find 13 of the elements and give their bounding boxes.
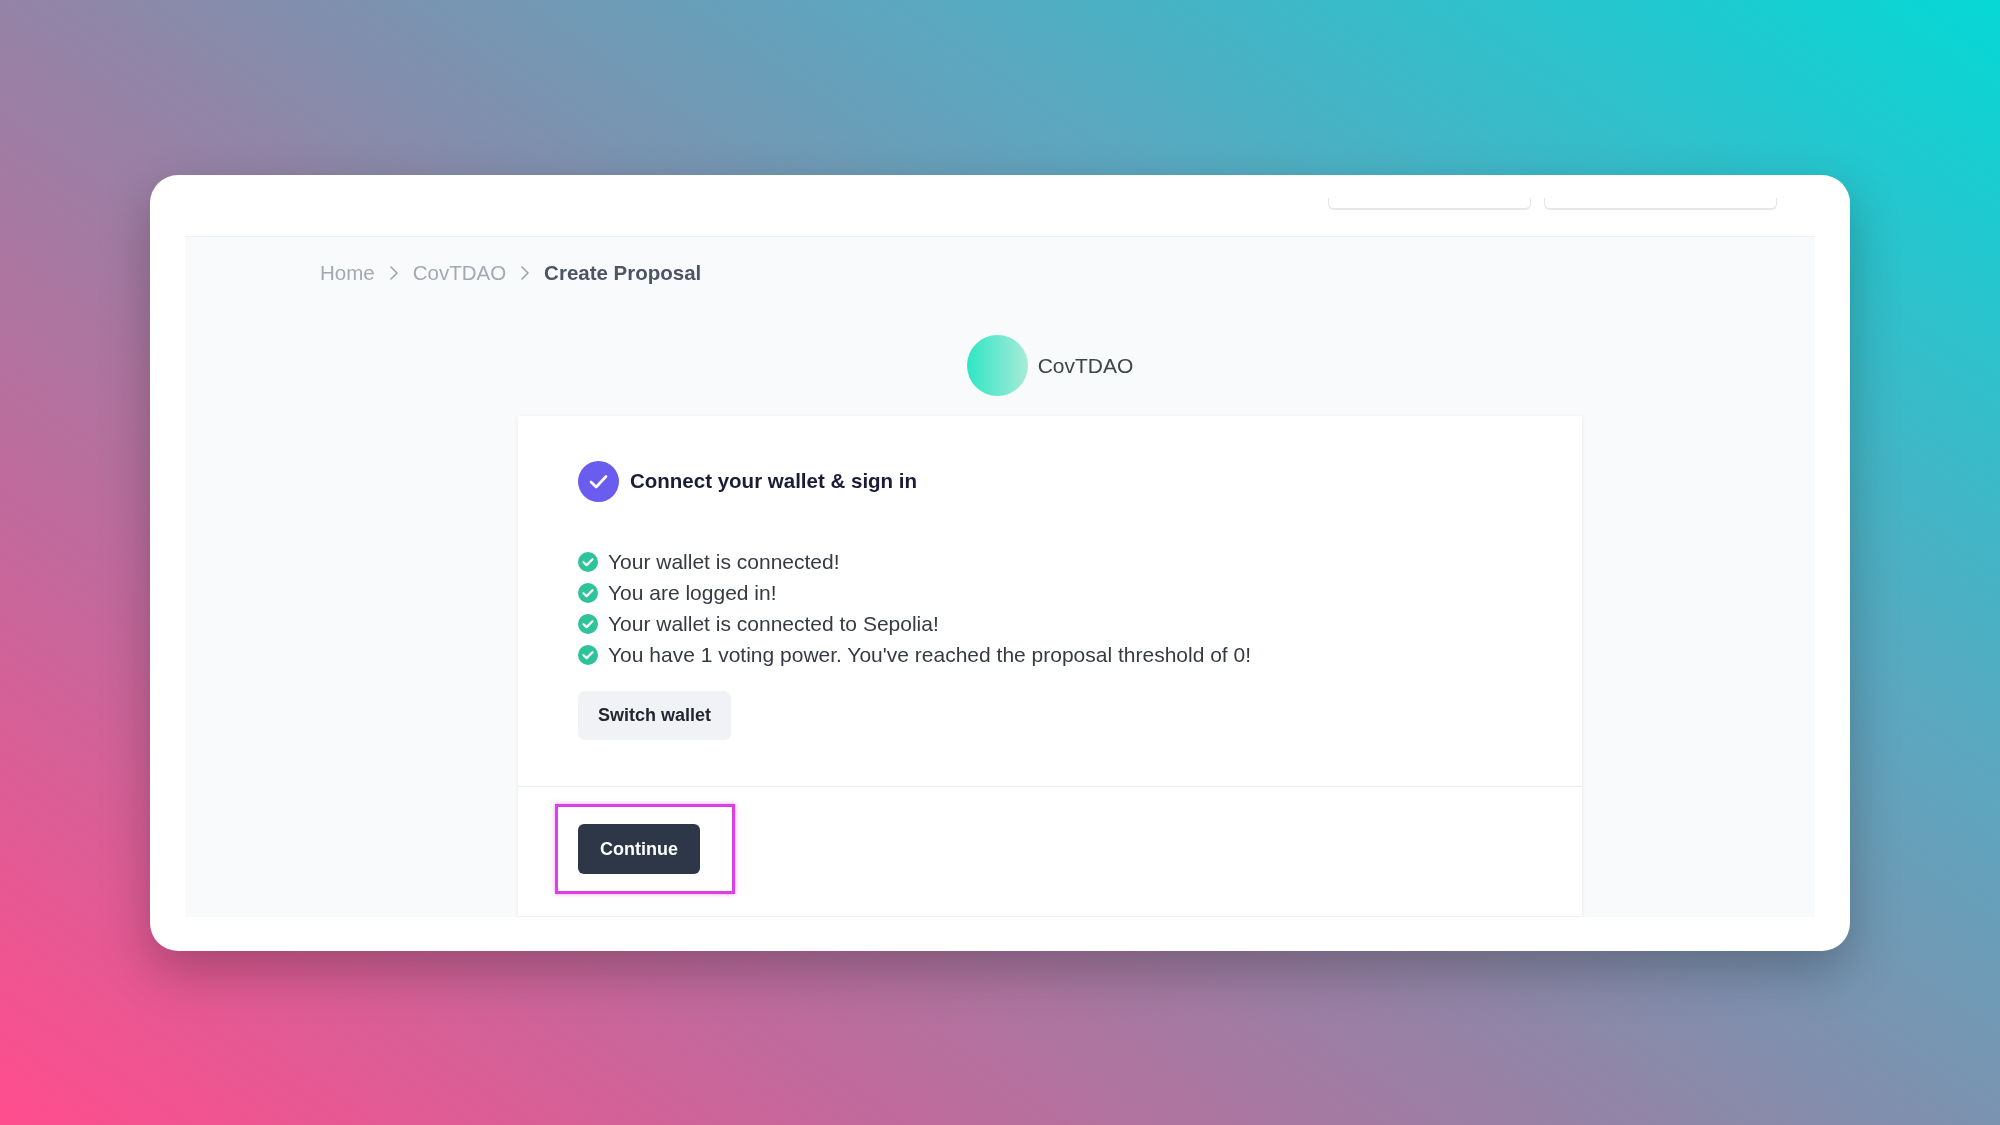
status-message: Your wallet is connected to Sepolia! [608, 610, 939, 637]
breadcrumb-current[interactable]: Create Proposal [544, 261, 702, 285]
header-button[interactable] [1544, 198, 1777, 210]
chevron-right-icon [389, 266, 398, 280]
dao-name: CovTDAO [1037, 352, 1134, 379]
chevron-right-icon [521, 266, 530, 280]
status-message: Your wallet is connected! [608, 548, 840, 575]
step-title: Connect your wallet & sign in [630, 468, 918, 495]
continue-button[interactable]: Continue [578, 824, 700, 874]
header-button[interactable] [1328, 198, 1531, 210]
status-message: You have 1 voting power. You've reached the proposal threshold of 0! [608, 641, 1252, 668]
status-message: You are logged in! [608, 579, 777, 606]
switch-wallet-button[interactable]: Switch wallet [578, 691, 732, 740]
